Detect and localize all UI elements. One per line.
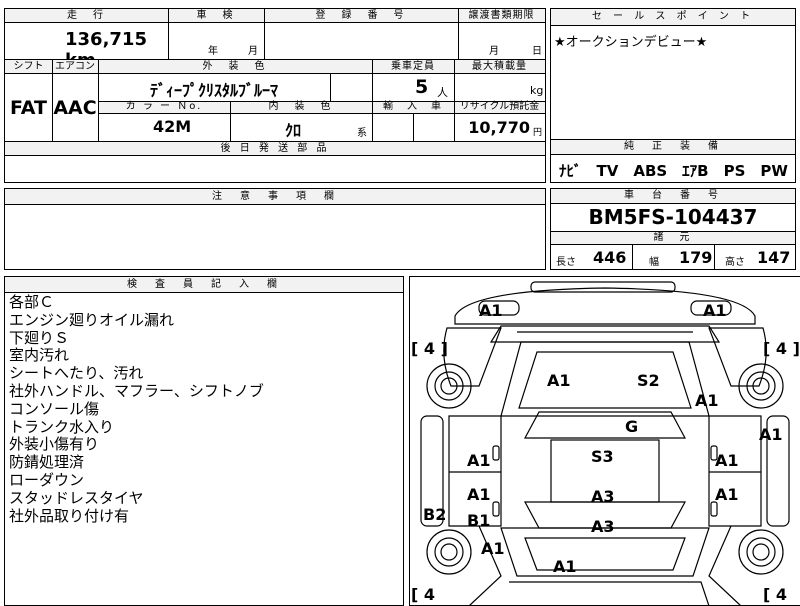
note-item: 各部Ｃ: [9, 293, 55, 311]
damage-mark: B1: [467, 511, 490, 530]
color-number-label: カ ラ ー Ｎo.: [125, 101, 203, 112]
damage-mark: A1: [695, 391, 719, 410]
capacity-value: 5: [415, 76, 429, 98]
damage-mark: G: [625, 417, 638, 436]
recycle-deposit-label: リサイクル預託金: [459, 101, 540, 112]
damage-mark: A3: [591, 487, 615, 506]
note-item: コンソール傷: [9, 399, 100, 418]
car-diagram: [ 4 ] [ 4 ] [ 4 [ 4 A1 A1 A1 S2 A1 A1 G …: [411, 281, 800, 606]
tire-mark: [ 4: [763, 585, 787, 604]
spec-table: シフト エアコン 外 装 色 乗車定員 最大積載量 FAT AAC ﾃﾞｨｰﾌﾟ…: [4, 60, 546, 183]
note-item: エンジン廻りオイル漏れ: [9, 310, 175, 329]
inspector-title: 検 査 員 記 入 欄: [5, 277, 403, 293]
note-item: 下廻りＳ: [9, 328, 70, 347]
recycle-deposit-value: 10,770: [468, 118, 530, 137]
caution-title: 注 意 事 項 欄: [5, 189, 545, 205]
note-item: 外装小傷有り: [9, 435, 100, 454]
transfer-day: 日: [532, 46, 542, 57]
inspector-box: 検 査 員 記 入 欄 各部Ｃ エンジン廻りオイル漏れ 下廻りＳ 室内汚れ シー…: [4, 276, 404, 606]
sales-point-text: ★オークションデビュー★: [554, 35, 708, 50]
damage-mark: B2: [423, 505, 446, 524]
note-item: 社外ハンドル、マフラー、シフトノブ: [9, 381, 264, 400]
tire-mark: [ 4 ]: [763, 339, 800, 358]
car-diagram-box: [ 4 ] [ 4 ] [ 4 [ 4 A1 A1 A1 S2 A1 A1 G …: [409, 276, 800, 606]
caution-box: 注 意 事 項 欄: [4, 188, 546, 270]
height-label: 高さ: [725, 257, 745, 268]
ac-value: AAC: [53, 97, 97, 119]
ac-label: エアコン: [55, 61, 95, 72]
shift-value: FAT: [10, 97, 47, 119]
import-car-label: 輸 入 車: [383, 101, 443, 112]
note-item: 室内汚れ: [9, 346, 70, 365]
later-parts-label: 後 日 発 送 部 品: [220, 143, 330, 154]
inspection-month: 月: [248, 46, 258, 57]
capacity-unit: 人: [437, 86, 448, 99]
exterior-color-label: 外 装 色: [202, 61, 268, 72]
mileage-number: 136,715: [65, 29, 147, 50]
height-value: 147: [757, 248, 791, 267]
note-item: 社外品取り付け有: [9, 506, 130, 525]
damage-mark: A3: [591, 517, 615, 536]
sales-point-box: セ ー ル ス ポ イ ン ト ★オークションデビュー★: [550, 8, 796, 140]
header-table: 走 行 車 検 登 録 番 号 譲渡書類期限 136,715 km 年 月 月 …: [4, 8, 546, 71]
equipment-title: 純 正 装 備: [551, 140, 795, 155]
damage-mark: A1: [467, 485, 491, 504]
max-load-unit: kg: [530, 84, 544, 97]
chassis-title: 車 台 番 号: [551, 189, 795, 204]
damage-mark: A1: [547, 371, 571, 390]
width-value: 179: [679, 248, 713, 267]
interior-color-value: ｸﾛ: [285, 121, 302, 140]
damage-mark: A1: [467, 451, 491, 470]
note-item: シートへたり、汚れ: [9, 364, 144, 383]
exterior-color-value: ﾃﾞｨｰﾌﾟｸﾘｽﾀﾙﾌﾞﾙｰﾏ: [149, 81, 278, 100]
note-item: トランク水入り: [9, 417, 115, 436]
transfer-month: 月: [489, 46, 499, 57]
transfer-deadline-label: 譲渡書類期限: [468, 10, 535, 21]
tire-mark: [ 4: [411, 585, 435, 604]
capacity-label: 乗車定員: [391, 61, 435, 72]
damage-mark: A1: [715, 485, 739, 504]
recycle-deposit-unit: 円: [533, 128, 543, 138]
damage-mark: A1: [481, 539, 505, 558]
inspector-notes: 各部Ｃ エンジン廻りオイル漏れ 下廻りＳ 室内汚れ シートへたり、汚れ 社外ハン…: [9, 293, 264, 525]
equipment-box: 純 正 装 備 ﾅﾋﾞ TV ABS ｴｱB PS PW: [550, 139, 796, 183]
dims-title: 諸 元: [653, 232, 693, 243]
damage-mark: A1: [715, 451, 739, 470]
inspection-year: 年: [208, 46, 218, 57]
note-item: 防錆処理済: [9, 453, 85, 472]
interior-color-suffix: 系: [357, 128, 367, 139]
width-label: 幅: [649, 257, 659, 268]
inspection-label: 車 検: [196, 10, 236, 21]
chassis-box: 車 台 番 号 BM5FS-104437 諸 元 長さ 446 幅 179 高さ…: [550, 188, 796, 270]
damage-mark: S3: [591, 447, 614, 466]
shift-label: シフト: [13, 61, 44, 72]
max-load-label: 最大積載量: [472, 61, 527, 72]
registration-label: 登 録 番 号: [315, 10, 407, 21]
damage-mark: A1: [759, 425, 783, 444]
length-value: 446: [593, 248, 627, 267]
mileage-label: 走 行: [67, 10, 106, 21]
length-label: 長さ: [556, 257, 576, 268]
color-number-value: 42M: [153, 117, 192, 136]
tire-mark: [ 4 ]: [411, 339, 448, 358]
sales-point-title: セ ー ル ス ポ イ ン ト: [551, 9, 795, 26]
damage-mark: A1: [479, 301, 503, 320]
damage-mark: A1: [703, 301, 727, 320]
damage-mark: S2: [637, 371, 660, 390]
damage-mark: A1: [553, 557, 577, 576]
note-item: スタッドレスタイヤ: [9, 488, 144, 507]
note-item: ローダウン: [9, 470, 85, 489]
chassis-number: BM5FS-104437: [588, 205, 758, 229]
interior-color-label: 内 装 色: [268, 101, 334, 112]
equipment-text: ﾅﾋﾞ TV ABS ｴｱB PS PW: [559, 162, 788, 180]
